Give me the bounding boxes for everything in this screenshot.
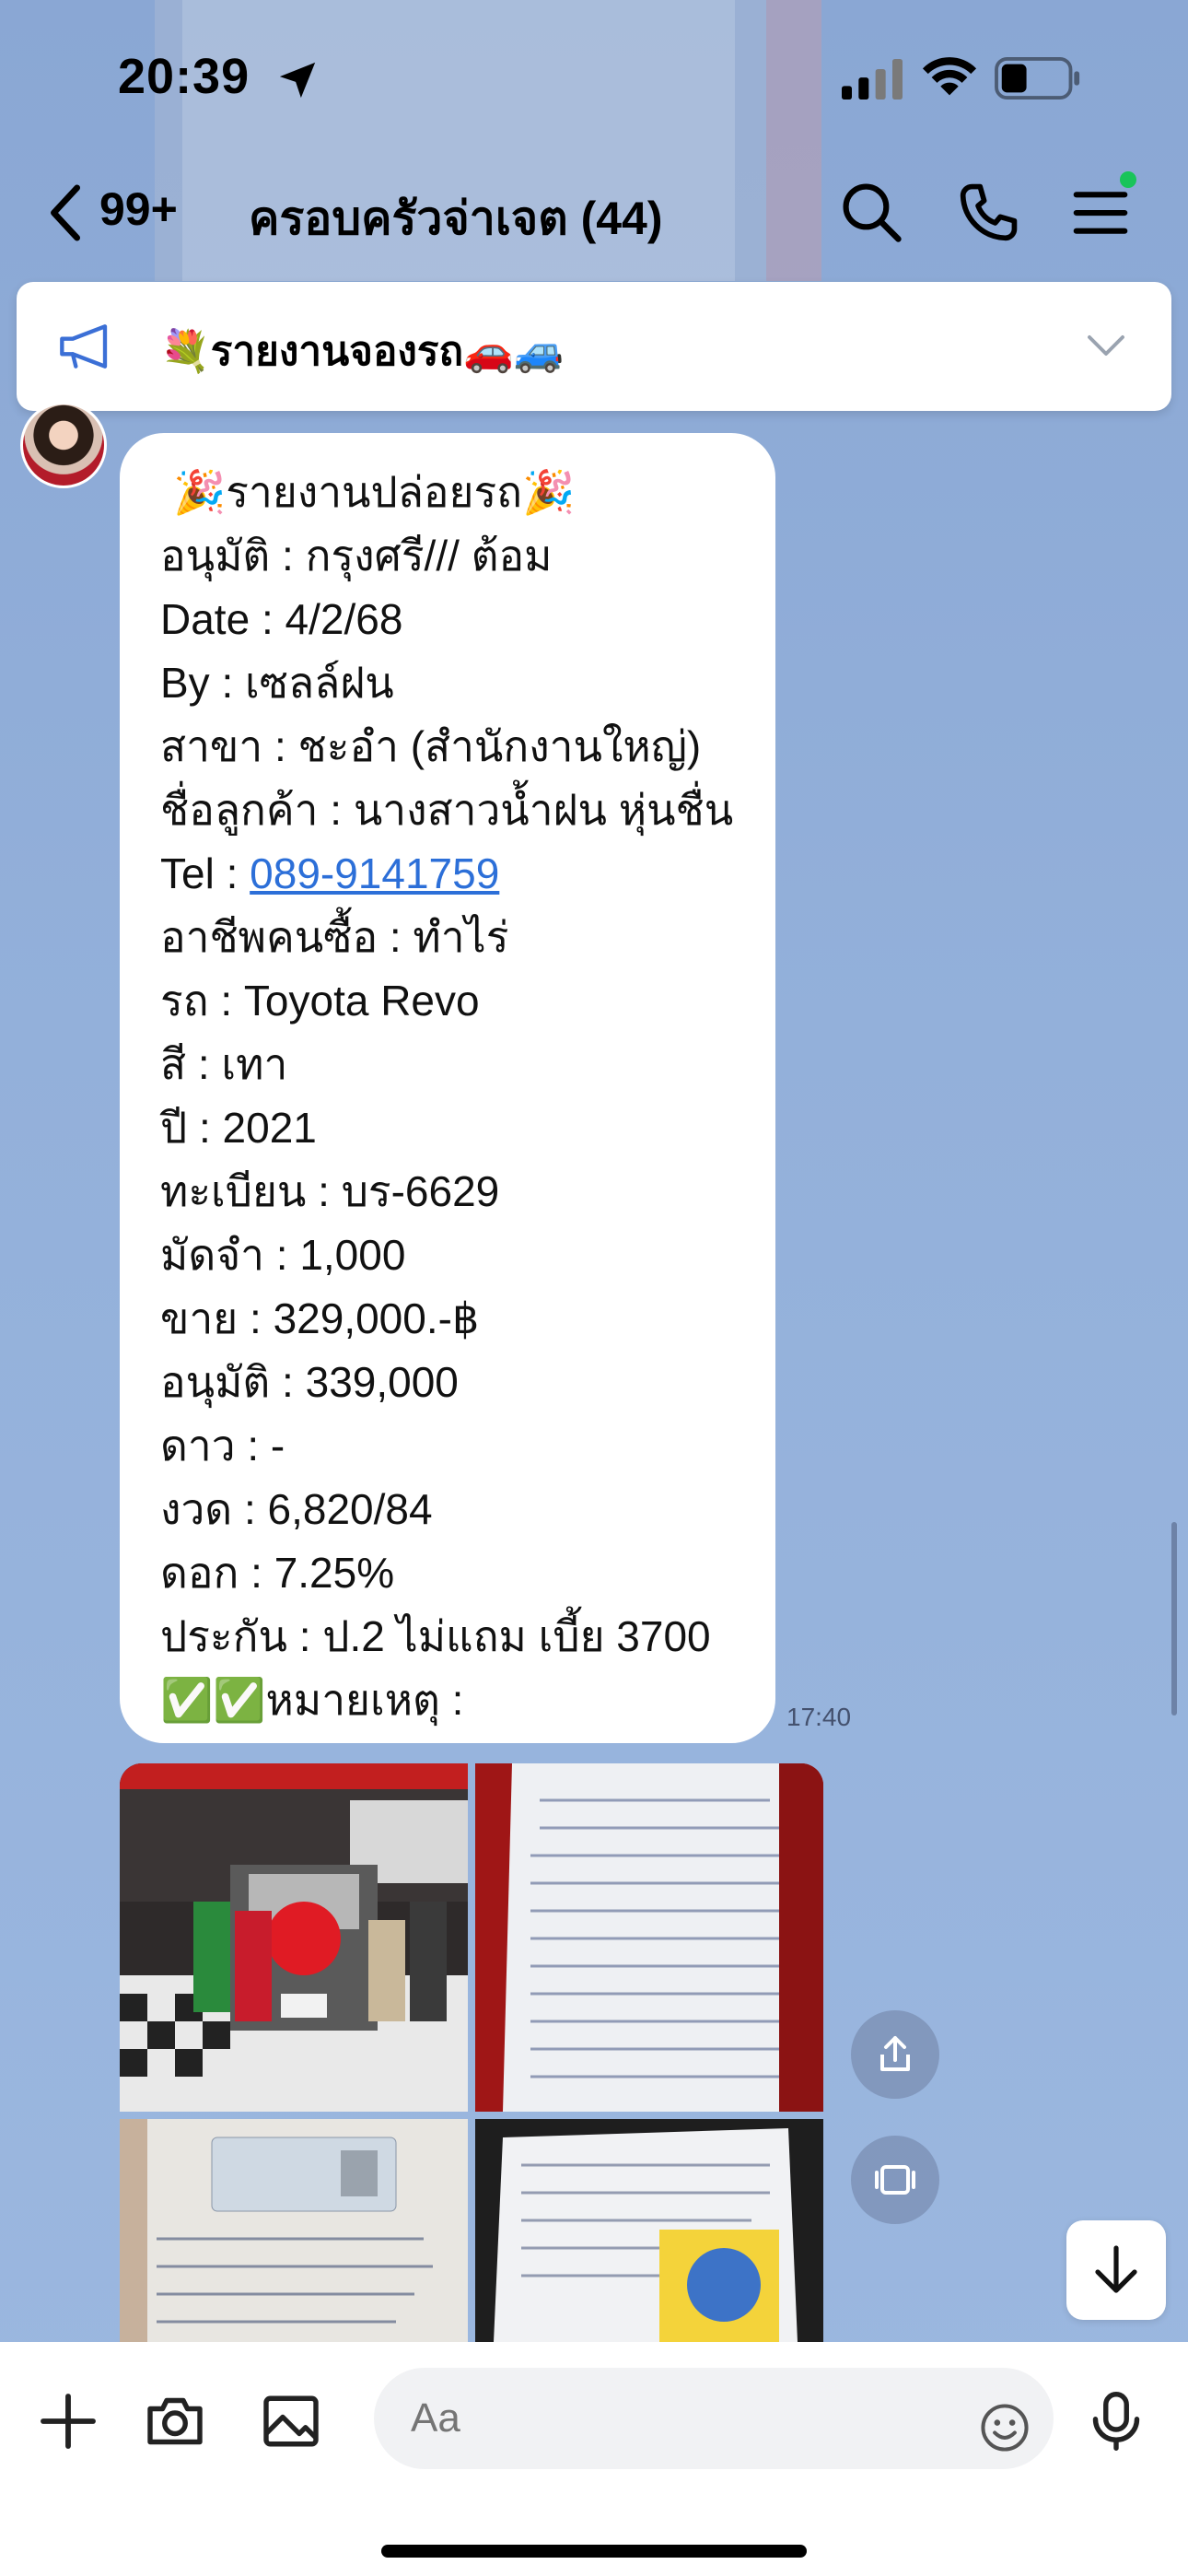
cellular-signal-icon <box>842 59 903 100</box>
image-gallery-icon[interactable] <box>258 2388 324 2454</box>
message-composer <box>0 2342 1188 2576</box>
message-line-customer: ชื่อลูกค้า : นางสาวน้ำฝน หุ่นชื่น <box>160 786 734 834</box>
status-bar: 20:39 <box>0 0 1188 157</box>
photo-tax-sticker-document[interactable] <box>475 2119 823 2342</box>
megaphone-icon <box>60 324 108 369</box>
new-notification-dot <box>1120 171 1136 188</box>
message-line-plate: ทะเบียน : บร-6629 <box>160 1167 500 1215</box>
scrollbar[interactable] <box>1171 1522 1177 1715</box>
announcement-banner[interactable]: 💐รายงานจองรถ🚗🚙 <box>17 282 1171 411</box>
phone-icon[interactable] <box>956 181 1020 245</box>
message-line-branch: สาขา : ชะอำ (สำนักงานใหญ่) <box>160 722 702 770</box>
photo-id-card-document[interactable] <box>120 2119 468 2342</box>
search-icon[interactable] <box>840 181 904 245</box>
message-line-deposit: มัดจำ : 1,000 <box>160 1231 406 1279</box>
message-line-date: Date : 4/2/68 <box>160 595 403 643</box>
message-line-tel: Tel : 089-9141759 <box>160 842 750 906</box>
location-arrow-icon <box>279 62 316 99</box>
menu-icon[interactable] <box>1068 181 1133 245</box>
sender-avatar[interactable] <box>20 402 107 488</box>
home-indicator <box>381 2545 807 2558</box>
message-line-interest: ดอก : 7.25% <box>160 1549 395 1597</box>
message-line-occupation: อาชีพคนซื้อ : ทำไร่ <box>160 913 509 961</box>
message-line-down: ดาว : - <box>160 1422 285 1469</box>
chat-header: 99+ ครอบครัวจ่าเจต (44) <box>0 166 1188 258</box>
message-line-note: ✅✅หมายเหตุ : <box>160 1676 464 1724</box>
announcement-text: 💐รายงานจองรถ🚗🚙 <box>160 329 565 374</box>
wifi-icon <box>922 57 977 96</box>
camera-icon[interactable] <box>142 2388 208 2454</box>
photo-car-delivery[interactable] <box>120 1763 468 2112</box>
message-line-approve-by: อนุมัติ : กรุงศรี/// ต้อม <box>160 532 553 580</box>
message-title: 🎉รายงานปล่อยรถ🎉 <box>173 468 576 516</box>
message-line-car: รถ : Toyota Revo <box>160 977 480 1025</box>
message-line-price: ขาย : 329,000.-฿ <box>160 1294 480 1342</box>
screenshot-icon <box>875 2165 915 2195</box>
photo-contract-document[interactable] <box>475 1763 823 2112</box>
battery-icon <box>995 57 1080 100</box>
message-line-insurance: ประกัน : ป.2 ไม่แถม เบี้ย 3700 <box>160 1612 711 1660</box>
unread-count[interactable]: 99+ <box>99 182 178 236</box>
status-time: 20:39 <box>118 49 250 104</box>
message-line-year: ปี : 2021 <box>160 1104 317 1152</box>
tel-label: Tel : <box>160 849 250 897</box>
share-button[interactable] <box>851 2010 939 2099</box>
photo-album <box>120 1763 823 2342</box>
back-chevron-icon[interactable] <box>48 184 85 241</box>
message-line-approved-amount: อนุมัติ : 339,000 <box>160 1358 459 1406</box>
microphone-icon[interactable] <box>1083 2388 1149 2454</box>
message-line-color: สี : เทา <box>160 1040 288 1088</box>
plus-icon[interactable] <box>35 2388 101 2454</box>
message-bubble[interactable]: 🎉รายงานปล่อยรถ🎉 อนุมัติ : กรุงศรี/// ต้อ… <box>120 433 775 1743</box>
arrow-down-icon <box>1095 2245 1137 2293</box>
message-line-installment: งวด : 6,820/84 <box>160 1485 433 1533</box>
phone-number-link[interactable]: 089-9141759 <box>250 849 499 897</box>
chevron-down-icon[interactable] <box>1087 332 1125 359</box>
chat-title[interactable]: ครอบครัวจ่าเจต (44) <box>249 182 663 255</box>
emoji-icon[interactable] <box>978 2401 1031 2454</box>
share-icon <box>880 2036 910 2071</box>
scroll-to-bottom-button[interactable] <box>1066 2220 1166 2320</box>
capture-button[interactable] <box>851 2136 939 2224</box>
message-timestamp: 17:40 <box>786 1703 852 1731</box>
message-line-by: By : เซลล์ฝน <box>160 659 394 707</box>
message-input[interactable] <box>374 2368 1054 2469</box>
